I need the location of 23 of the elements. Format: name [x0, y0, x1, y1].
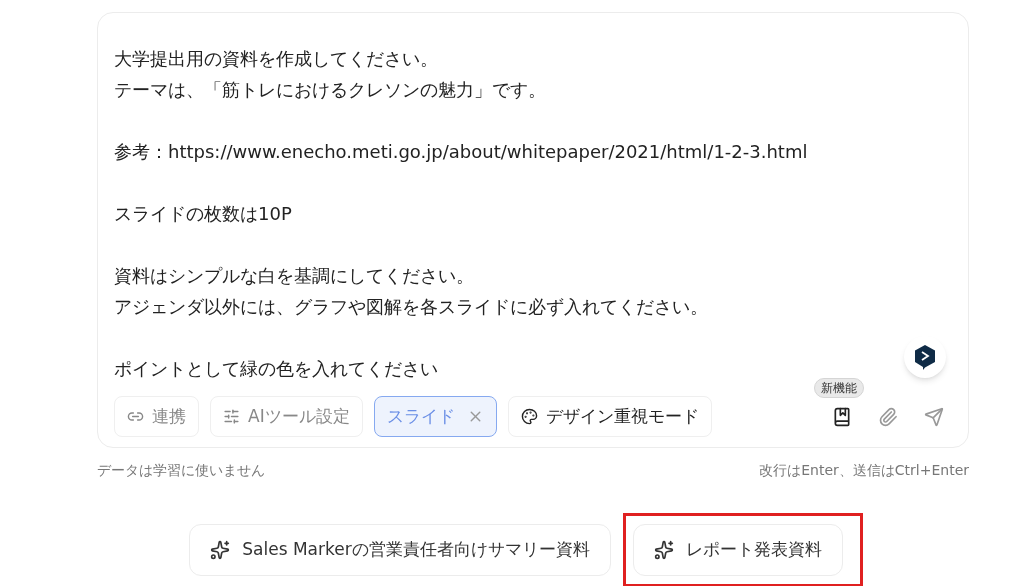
- prompt-text-line: テーマは、「筋トレにおけるクレソンの魅力」です。: [114, 78, 546, 102]
- sliders-icon: [223, 408, 240, 425]
- shortcut-hint: 改行はEnter、送信はCtrl+Enter: [759, 461, 969, 480]
- paperclip-icon[interactable]: [878, 406, 898, 427]
- sparkle-icon: [653, 540, 674, 560]
- prompt-text-line: 大学提出用の資料を作成してください。: [114, 47, 438, 71]
- option-button[interactable]: AIツール設定: [210, 396, 363, 437]
- send-icon[interactable]: [924, 406, 944, 427]
- palette-icon: [520, 408, 538, 425]
- prompt-text-line: 参考：https://www.enecho.meti.go.jp/about/whitepaper/2021/html/1-2-3.html: [114, 140, 808, 164]
- sparkle-icon: [210, 540, 231, 560]
- prompt-text-line: アジェンダ以外には、グラフや図解を各スライドに必ず入れてください。: [114, 295, 708, 319]
- new-feature-badge: 新機能: [814, 377, 864, 398]
- option-button[interactable]: デザイン重視モード: [507, 396, 712, 437]
- book-icon[interactable]: [832, 406, 852, 427]
- prompt-text-line: スライドの枚数は10P: [114, 202, 292, 226]
- suggestion-button[interactable]: レポート発表資料: [632, 524, 843, 576]
- hexagon-logo-icon: [913, 344, 937, 370]
- prompt-text-line: 資料はシンプルな白を基調にしてください。: [114, 264, 474, 288]
- option-button[interactable]: 連携: [114, 396, 199, 437]
- privacy-note: データは学習に使いません: [97, 461, 265, 480]
- suggestion-button[interactable]: Sales Markerの営業責任者向けサマリー資料: [189, 524, 611, 576]
- prompt-text-line: ポイントとして緑の色を入れてください: [114, 357, 438, 381]
